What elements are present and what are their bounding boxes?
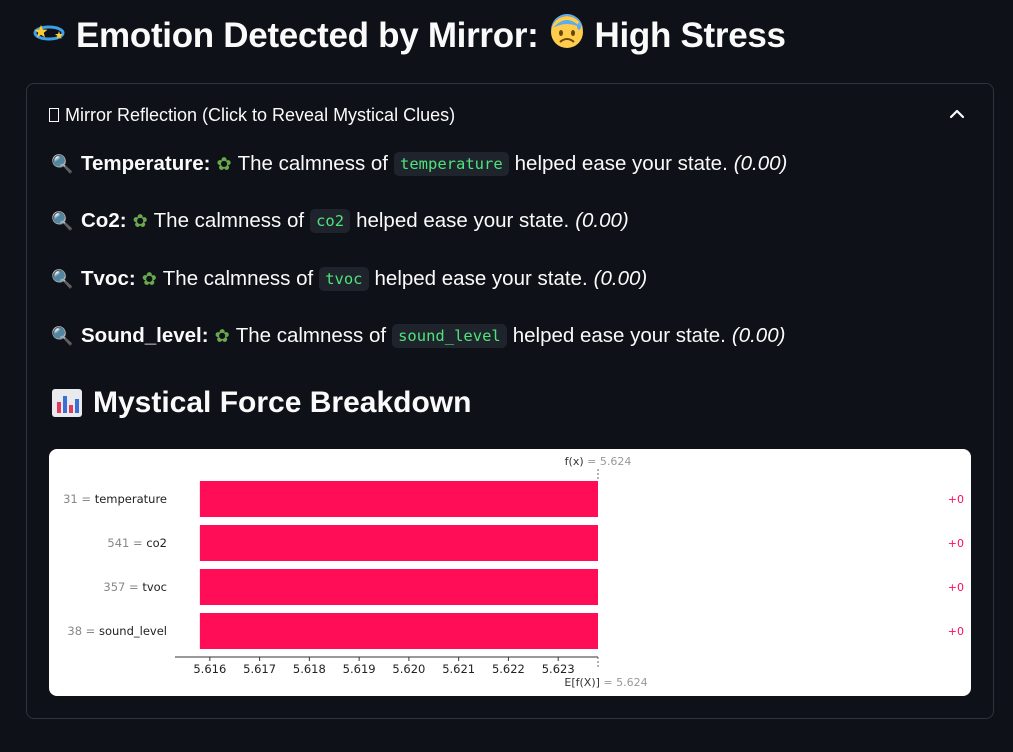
bar-temperature (199, 481, 598, 517)
x-tick-label-5.618: 5.618 (293, 662, 326, 676)
clue-text-after: helped ease your state. (374, 267, 588, 290)
clue-row-temperature: 🔍 Temperature: ✿ The calmness of tempera… (51, 152, 788, 176)
clue-code: sound_level (392, 324, 507, 348)
clue-feature: Tvoc (81, 267, 129, 290)
clue-value: (0.00) (731, 324, 786, 347)
magnifier-icon: 🔍 (51, 325, 74, 347)
x-tick-label-5.620: 5.620 (392, 662, 425, 676)
bar-sound_level (199, 613, 598, 649)
page-title: Emotion Detected by Mirror: High Stress (32, 14, 786, 58)
bar-co2 (199, 525, 598, 561)
bar-label-co2: 541 = co2 (107, 536, 167, 550)
bar-label-temperature: 31 = temperature (63, 492, 167, 506)
clue-text-after: helped ease your state. (356, 209, 570, 232)
app-page: Emotion Detected by Mirror: High Stress … (0, 0, 1013, 752)
clue-row-co2: 🔍 Co2: ✿ The calmness of co2 helped ease… (51, 209, 629, 233)
clue-feature: Co2 (81, 209, 120, 232)
x-tick-label-5.619: 5.619 (343, 662, 376, 676)
force-breakdown-chart: f(x) = 5.624 31 = temperature +0 541 = co2 +… (49, 449, 971, 696)
clue-row-sound-level: 🔍 Sound_level: ✿ The calmness of sound_l… (51, 324, 786, 348)
clue-code: tvoc (319, 267, 369, 291)
clue-text-after: helped ease your state. (514, 152, 728, 175)
magnifier-icon: 🔍 (51, 153, 74, 175)
bar-chart-icon (52, 389, 82, 417)
contribution-label-temperature: +0 (948, 493, 964, 506)
leaf-icon: ✿ (132, 210, 148, 232)
clue-feature: Temperature (81, 152, 204, 175)
clue-code: co2 (310, 209, 351, 233)
anxious-sweat-face-icon (549, 14, 585, 58)
clue-text-before: The calmness of (237, 152, 388, 175)
efx-label: E[f(X)] = 5.624 (564, 676, 647, 689)
breakdown-heading: Mystical Force Breakdown (51, 386, 471, 420)
dizzy-star-icon (32, 17, 66, 55)
clue-code: temperature (394, 152, 509, 176)
fx-label: f(x) = 5.624 (565, 455, 632, 468)
missing-glyph-icon (49, 108, 59, 122)
leaf-icon: ✿ (141, 268, 157, 290)
x-tick-label-5.621: 5.621 (442, 662, 475, 676)
clue-value: (0.00) (593, 267, 648, 290)
x-tick-label-5.622: 5.622 (492, 662, 525, 676)
clue-text-before: The calmness of (162, 267, 314, 290)
leaf-icon: ✿ (214, 325, 230, 347)
title-text: Emotion Detected by Mirror: (76, 16, 539, 55)
x-tick-label-5.617: 5.617 (243, 662, 276, 676)
clue-value: (0.00) (733, 152, 788, 175)
chevron-up-icon[interactable] (947, 104, 967, 124)
clue-text-before: The calmness of (153, 209, 305, 232)
contribution-label-co2: +0 (948, 537, 964, 550)
clue-row-tvoc: 🔍 Tvoc: ✿ The calmness of tvoc helped ea… (51, 267, 648, 291)
clue-text-before: The calmness of (235, 324, 387, 347)
bar-label-tvoc: 357 = tvoc (103, 580, 167, 594)
clue-text-after: helped ease your state. (512, 324, 726, 347)
emotion-label: High Stress (594, 16, 787, 55)
expander-header[interactable]: Mirror Reflection (Click to Reveal Mysti… (27, 84, 993, 146)
clue-value: (0.00) (575, 209, 629, 232)
contribution-label-tvoc: +0 (948, 581, 964, 594)
breakdown-heading-text: Mystical Force Breakdown (93, 386, 472, 419)
bar-label-sound_level: 38 = sound_level (67, 624, 167, 638)
x-tick-label-5.616: 5.616 (193, 662, 226, 676)
clue-feature: Sound_level (81, 324, 202, 347)
leaf-icon: ✿ (216, 153, 232, 175)
chart-svg: f(x) = 5.624 31 = temperature +0 541 = co2 +… (63, 455, 964, 689)
magnifier-icon: 🔍 (51, 268, 74, 290)
magnifier-icon: 🔍 (51, 210, 74, 232)
expander-label: Mirror Reflection (Click to Reveal Mysti… (65, 104, 456, 125)
contribution-label-sound_level: +0 (948, 625, 964, 638)
mirror-reflection-expander: Mirror Reflection (Click to Reveal Mysti… (26, 83, 994, 719)
x-tick-label-5.623: 5.623 (542, 662, 575, 676)
bar-tvoc (199, 569, 598, 605)
